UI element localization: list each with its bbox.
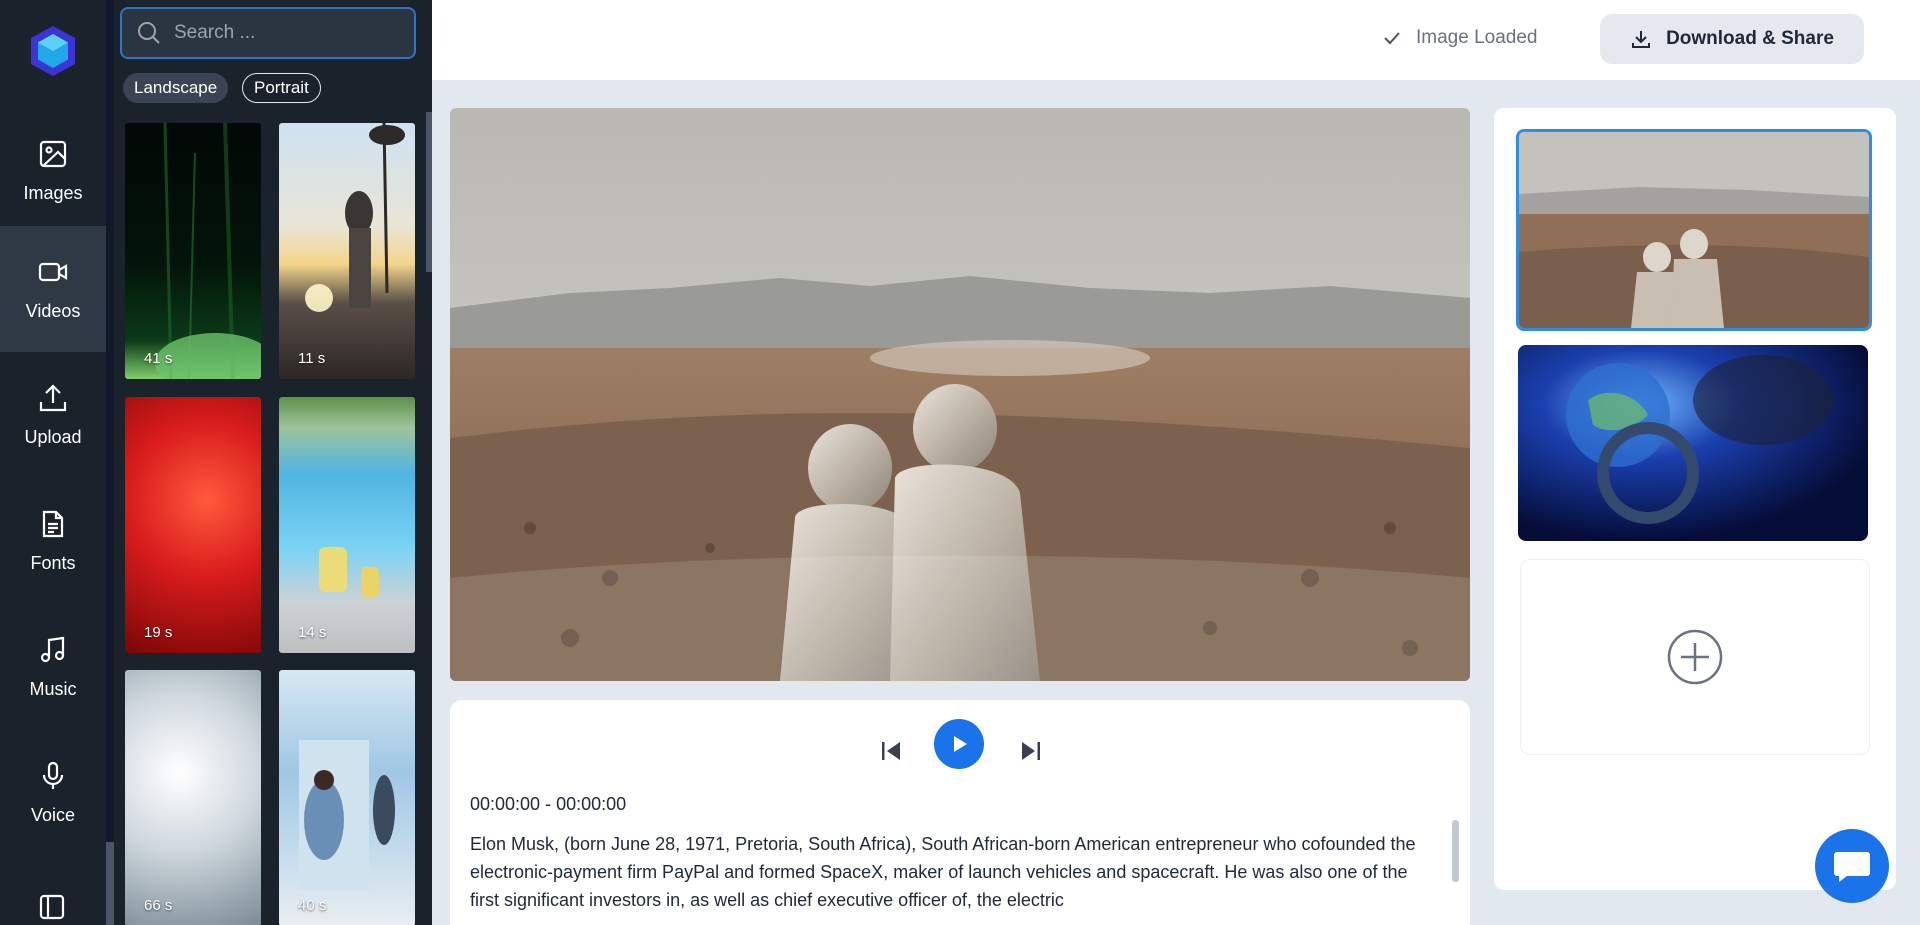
video-duration: 41 s	[144, 350, 173, 367]
scene-thumbnail-selected[interactable]	[1516, 129, 1872, 331]
filter-portrait[interactable]: Portrait	[242, 73, 321, 103]
document-icon	[42, 510, 64, 537]
top-bar: Image Loaded Download & Share	[432, 0, 1920, 80]
astronauts-scene-image	[1519, 132, 1869, 328]
search-input[interactable]	[174, 22, 394, 44]
scene-description[interactable]: Elon Musk, (born June 28, 1971, Pretoria…	[470, 830, 1420, 914]
nav-item-fonts[interactable]: Fonts	[0, 478, 106, 604]
green-stalks-image	[155, 123, 261, 379]
media-panel: Landscape Portrait 41 s 11 s 19 s 14 s	[114, 0, 432, 925]
scenes-panel	[1494, 108, 1896, 890]
nav-scrollbar-thumb[interactable]	[106, 0, 114, 842]
sidebar-toggle-icon[interactable]	[39, 894, 65, 920]
video-duration: 11 s	[298, 350, 326, 367]
play-button[interactable]	[934, 719, 984, 769]
skip-back-icon[interactable]	[880, 740, 902, 762]
chat-icon	[1834, 852, 1870, 882]
microphone-icon	[42, 761, 64, 789]
video-duration: 40 s	[298, 897, 327, 914]
add-scene-button[interactable]	[1520, 559, 1870, 755]
image-loaded-status: Image Loaded	[1382, 27, 1538, 49]
download-icon	[1632, 31, 1651, 48]
video-duration: 66 s	[144, 897, 173, 914]
nav-item-images[interactable]: Images	[0, 108, 106, 234]
nav-item-upload[interactable]: Upload	[0, 352, 106, 478]
panel-scrollbar[interactable]	[426, 112, 432, 272]
video-preview[interactable]	[450, 108, 1470, 681]
music-icon	[40, 636, 65, 662]
earth-reflection-image	[1518, 345, 1868, 541]
nav-label: Voice	[30, 804, 76, 825]
check-icon	[1384, 32, 1400, 45]
left-nav: Images Videos Upload Fonts Music Voice	[0, 0, 106, 925]
play-icon	[954, 736, 967, 752]
plus-circle-icon	[1667, 629, 1723, 685]
upload-icon	[39, 383, 67, 411]
video-duration: 19 s	[144, 624, 173, 641]
people-ice-image	[299, 740, 395, 890]
time-range: 00:00:00 - 00:00:00	[470, 794, 627, 814]
nav-label: Music	[29, 678, 77, 699]
image-icon	[39, 140, 67, 167]
video-thumbnail[interactable]: 40 s	[279, 670, 415, 925]
search-icon	[138, 22, 160, 44]
search-box[interactable]	[120, 7, 416, 59]
player-card: 00:00:00 - 00:00:00 Elon Musk, (born Jun…	[450, 700, 1470, 925]
scene-thumbnail[interactable]	[1518, 345, 1868, 541]
logo-icon[interactable]	[28, 24, 78, 78]
nav-item-videos[interactable]: Videos	[0, 226, 106, 352]
nav-label: Upload	[24, 426, 82, 447]
nav-label: Images	[23, 182, 83, 203]
astronauts-desert-image	[450, 108, 1470, 681]
video-duration: 14 s	[298, 624, 327, 641]
nav-label: Videos	[25, 300, 81, 321]
chat-button[interactable]	[1815, 829, 1889, 903]
nav-item-voice[interactable]: Voice	[0, 730, 106, 856]
skip-forward-icon[interactable]	[1020, 740, 1042, 762]
skater-image	[305, 123, 405, 312]
pool-drinks-image	[319, 547, 379, 597]
video-thumbnail[interactable]: 41 s	[125, 123, 261, 379]
video-thumbnail[interactable]: 14 s	[279, 397, 415, 653]
download-label: Download & Share	[1666, 28, 1834, 49]
nav-item-music[interactable]: Music	[0, 604, 106, 730]
description-scrollbar[interactable]	[1452, 820, 1459, 882]
nav-label: Fonts	[30, 552, 76, 573]
download-share-button[interactable]: Download & Share	[1600, 14, 1864, 64]
video-thumbnail[interactable]: 66 s	[125, 670, 261, 925]
video-icon	[38, 262, 68, 281]
video-thumbnail[interactable]: 11 s	[279, 123, 415, 379]
video-thumbnail[interactable]: 19 s	[125, 397, 261, 653]
filter-landscape[interactable]: Landscape	[123, 73, 229, 103]
nav-scrollbar[interactable]	[106, 0, 114, 925]
status-text: Image Loaded	[1416, 27, 1538, 48]
